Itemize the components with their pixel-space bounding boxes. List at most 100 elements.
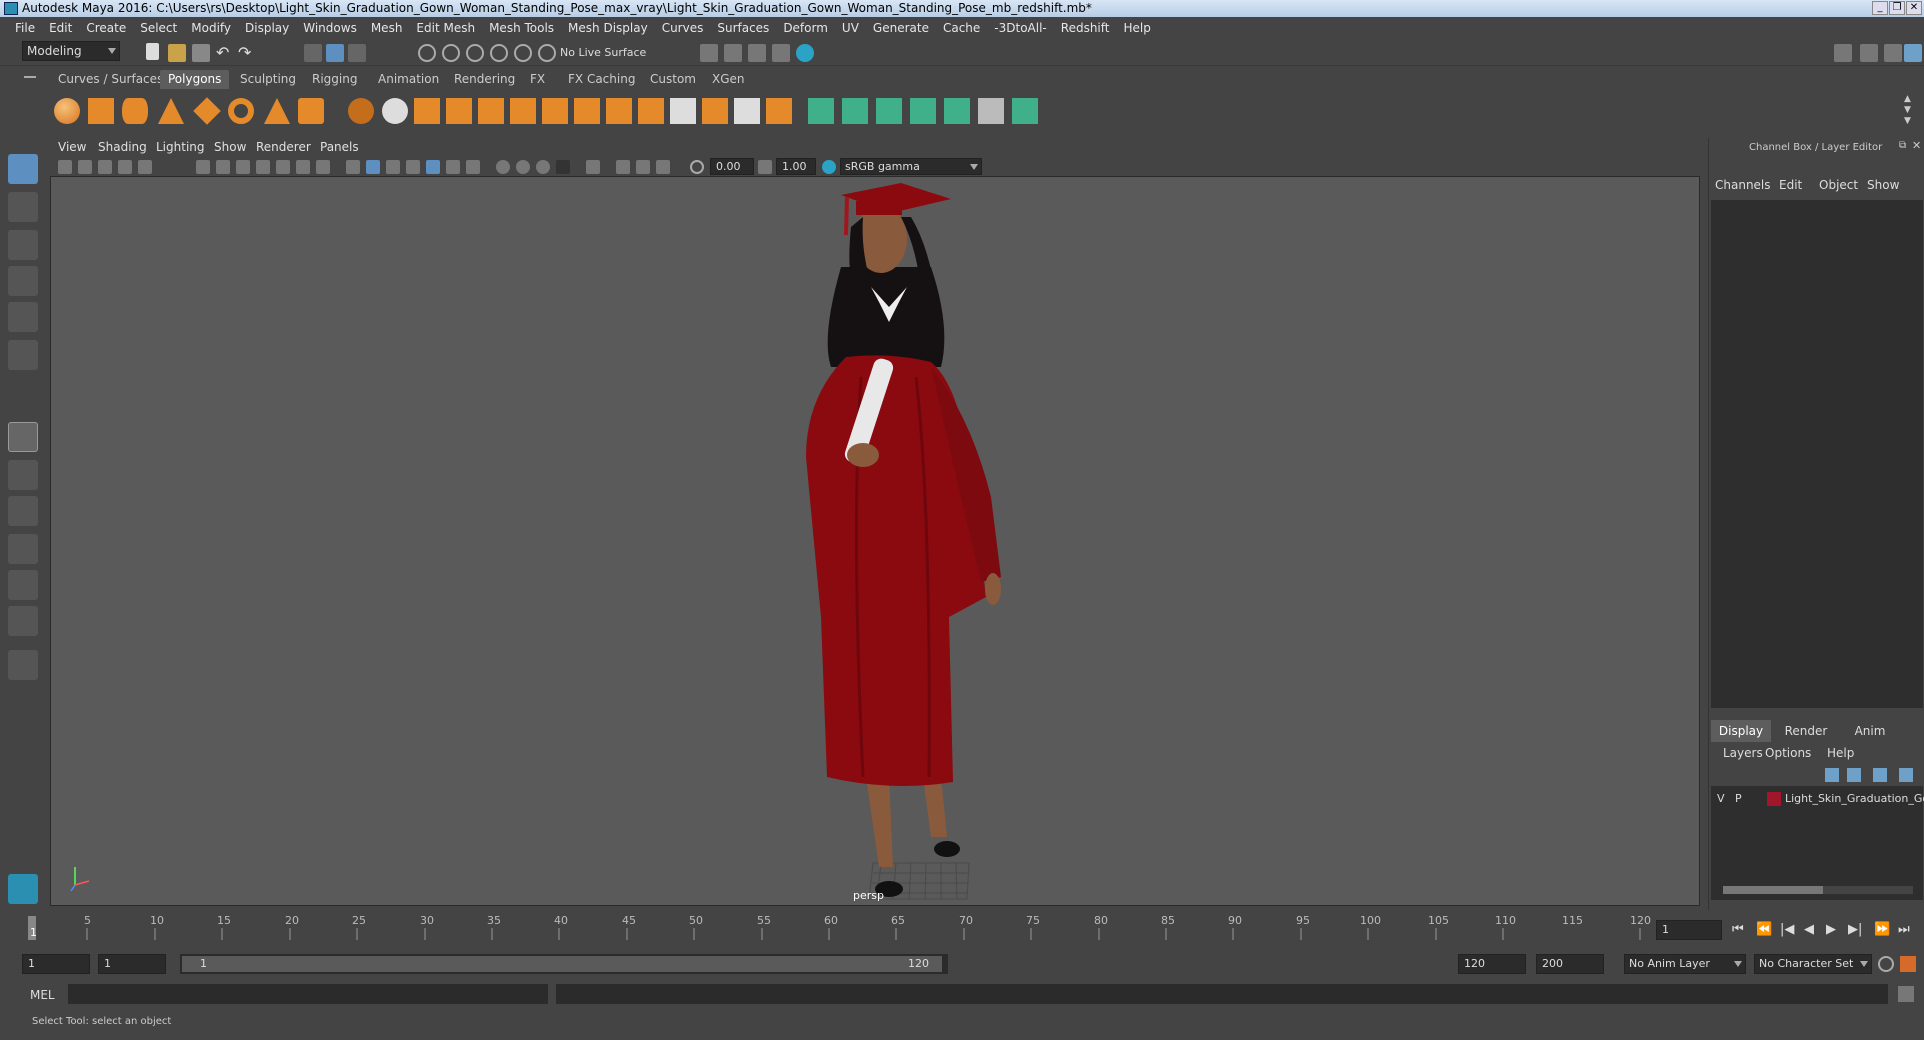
layer-color-swatch[interactable] [1767,792,1781,806]
new-scene-icon[interactable] [146,43,159,60]
target-weld-icon[interactable] [702,98,728,124]
use-all-lights-icon[interactable] [426,160,440,174]
viewport-menu-renderer[interactable]: Renderer [256,140,311,154]
menu-file[interactable]: File [8,21,42,35]
menu-modify[interactable]: Modify [184,21,238,35]
extrude-icon[interactable] [542,98,568,124]
gamma-icon[interactable] [758,160,772,174]
quad-draw-icon[interactable] [766,98,792,124]
checker-icon[interactable] [978,98,1004,124]
layer-visibility-toggle[interactable]: V [1717,792,1725,805]
menu-edit[interactable]: Edit [42,21,79,35]
time-slider[interactable]: 1 5 10 15 20 25 30 35 40 45 50 55 60 65 … [0,912,1924,952]
show-menu[interactable]: Show [1867,178,1899,192]
layer-scrollbar-thumb[interactable] [1723,886,1823,894]
current-frame-field[interactable]: 1 [1656,920,1722,940]
script-language-label[interactable]: MEL [30,988,55,1002]
menu-redshift[interactable]: Redshift [1054,21,1117,35]
automatic-mapping-icon[interactable] [910,98,936,124]
redo-icon[interactable]: ↷ [238,44,256,62]
shelf-tab-custom[interactable]: Custom [642,70,704,89]
menu-windows[interactable]: Windows [296,21,364,35]
smooth-icon[interactable] [446,98,472,124]
restore-button[interactable]: ❐ [1889,1,1905,15]
unfold-icon[interactable] [944,98,970,124]
viewport-menu-shading[interactable]: Shading [98,140,147,154]
channel-box-toggle-icon[interactable] [1904,44,1922,62]
shelf-tab-sculpting[interactable]: Sculpting [232,70,304,89]
merge-icon[interactable] [734,98,760,124]
poly-cone-icon[interactable] [158,98,184,124]
hypershade-layout-icon[interactable] [8,570,38,600]
backface-culling-icon[interactable] [656,160,670,174]
snap-surface-icon[interactable] [514,44,532,62]
poly-cylinder-icon[interactable] [122,98,148,124]
mode-selector[interactable]: Modeling [22,41,120,61]
menu-3dtoall[interactable]: -3DtoAll- [987,21,1053,35]
poly-sphere-icon[interactable] [54,98,80,124]
select-tool-icon[interactable] [8,154,38,184]
menu-edit-mesh[interactable]: Edit Mesh [409,21,482,35]
open-scene-icon[interactable] [168,44,186,62]
extract-icon[interactable] [414,98,440,124]
layer-playback-toggle[interactable]: P [1735,792,1742,805]
single-perspective-layout-icon[interactable] [8,422,38,452]
menu-display[interactable]: Display [238,21,296,35]
bevel-icon[interactable] [510,98,536,124]
menu-uv[interactable]: UV [835,21,866,35]
channels-menu[interactable]: Channels [1715,178,1771,192]
motion-blur-icon[interactable] [496,160,510,174]
camera-select-icon[interactable] [58,160,72,174]
menu-mesh-display[interactable]: Mesh Display [561,21,655,35]
options-menu[interactable]: Options [1765,746,1811,760]
playback-start-field[interactable]: 1 [98,954,166,974]
auto-key-icon[interactable] [1878,956,1894,972]
menu-help[interactable]: Help [1116,21,1157,35]
character-set-dropdown[interactable]: No Character Set [1754,954,1872,974]
make-live-icon[interactable] [538,44,556,62]
layer-scrollbar[interactable] [1723,886,1913,894]
render-settings-icon[interactable] [748,44,766,62]
step-forward-frame-icon[interactable]: ▶| [1848,922,1862,937]
menu-deform[interactable]: Deform [776,21,835,35]
textured-icon[interactable] [406,160,420,174]
safe-action-icon[interactable] [296,160,310,174]
go-to-end-icon[interactable]: ⏭ [1898,922,1910,937]
perspective-viewport[interactable]: persp [50,176,1700,906]
ipr-render-icon[interactable] [724,44,742,62]
play-forward-icon[interactable]: ▶ [1826,922,1836,937]
tab-display[interactable]: Display [1711,720,1771,742]
render-current-frame-icon[interactable] [700,44,718,62]
play-backward-icon[interactable]: ◀ [1804,922,1814,937]
field-chart-icon[interactable] [276,160,290,174]
persp-graph-layout-icon[interactable] [8,534,38,564]
viewport-menu-view[interactable]: View [58,140,86,154]
persp-outliner-layout-icon[interactable] [8,496,38,526]
shelf-tab-fx[interactable]: FX [522,70,553,89]
menu-select[interactable]: Select [133,21,184,35]
depth-of-field-icon[interactable] [536,160,550,174]
undo-icon[interactable]: ↶ [216,44,234,62]
help-menu[interactable]: Help [1827,746,1854,760]
command-input[interactable] [68,984,548,1004]
range-slider[interactable]: 1 120 [180,954,948,974]
shadows-icon[interactable] [446,160,460,174]
range-slider-handle[interactable] [182,956,942,972]
shelf-tab-rigging[interactable]: Rigging [304,70,365,89]
tool-settings-icon[interactable] [1884,44,1902,62]
new-layer-selected-icon[interactable] [1899,768,1913,782]
step-forward-key-icon[interactable]: ⏩ [1874,922,1890,937]
uv-editor-icon[interactable] [808,98,834,124]
script-editor-icon[interactable] [1898,986,1914,1002]
new-layer-icon[interactable] [1873,768,1887,782]
isolate-select-icon[interactable] [556,160,570,174]
xray-components-icon[interactable] [636,160,650,174]
menu-create[interactable]: Create [79,21,133,35]
layer-name[interactable]: Light_Skin_Graduation_Go [1785,792,1924,805]
wireframe-on-shaded-icon[interactable] [386,160,400,174]
outliner-layout-icon[interactable] [8,606,38,636]
hypershade-icon[interactable] [772,44,790,62]
menu-mesh[interactable]: Mesh [364,21,410,35]
grid-toggle-icon[interactable] [196,160,210,174]
select-component-icon[interactable] [348,44,366,62]
